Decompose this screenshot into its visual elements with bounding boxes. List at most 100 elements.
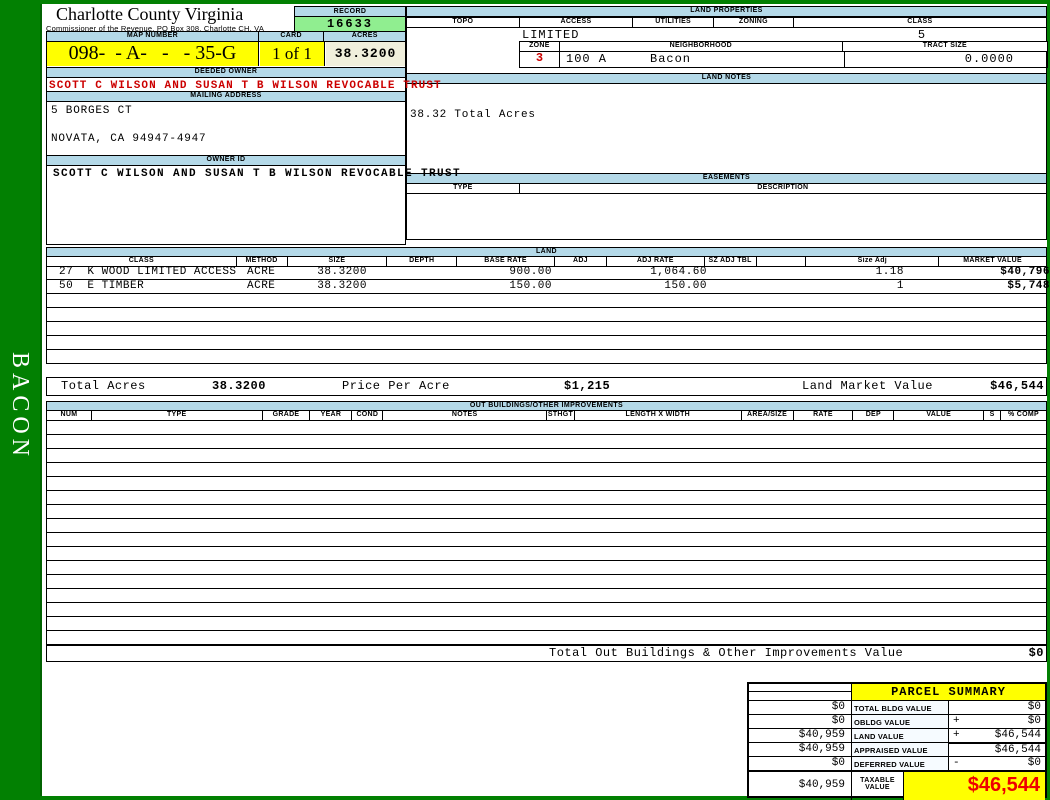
row-value: $0 bbox=[1027, 701, 1041, 713]
neighborhood-vertical-label: BACON bbox=[7, 352, 33, 462]
ob-total-label: Total Out Buildings & Other Improvements… bbox=[549, 646, 904, 660]
row-label: DEFERRED VALUE bbox=[852, 756, 949, 770]
row-label: TAXABLE VALUE bbox=[852, 772, 904, 800]
zone-value: 3 bbox=[520, 51, 560, 67]
land-row-size-adj: 1.18 bbox=[875, 266, 904, 278]
col-class: CLASS bbox=[907, 18, 933, 25]
map-number-label: MAP NUMBER bbox=[47, 32, 259, 41]
map-number-value: 098- - A- - - 35-G bbox=[47, 42, 259, 66]
col-access: ACCESS bbox=[520, 18, 634, 27]
owner-id-value: SCOTT C WILSON AND SUSAN T B WILSON REVO… bbox=[53, 168, 462, 180]
ob-col-pct-comp: % COMP bbox=[1008, 411, 1040, 418]
neighborhood-name: Bacon bbox=[650, 52, 692, 66]
access-value: LIMITED bbox=[522, 28, 580, 42]
land-col-adj-rate: ADJ RATE bbox=[607, 257, 705, 266]
land-row-class: 50 E TIMBER bbox=[59, 280, 145, 292]
parcel-summary-title: PARCEL SUMMARY bbox=[852, 684, 1045, 700]
land-col-blank bbox=[757, 257, 807, 266]
land-col-class: CLASS bbox=[47, 257, 237, 266]
land-col-adj: ADJ bbox=[555, 257, 607, 266]
neighborhood-code: 100 A bbox=[566, 52, 608, 66]
taxable-value: $46,544 bbox=[904, 772, 1045, 800]
row-operator: + bbox=[953, 729, 960, 741]
ob-col-num: NUM bbox=[47, 411, 92, 420]
zone-label: ZONE bbox=[520, 42, 560, 51]
summary-row-land: $40,959 LAND VALUE + $46,544 bbox=[749, 728, 1045, 742]
col-zoning: ZONING bbox=[714, 18, 794, 27]
land-col-method: METHOD bbox=[237, 257, 288, 266]
easement-col-type: TYPE bbox=[407, 184, 520, 193]
land-row-base-rate: 900.00 bbox=[509, 266, 552, 278]
land-row-size: 38.3200 bbox=[317, 266, 367, 278]
price-per-acre-label: Price Per Acre bbox=[342, 379, 450, 393]
ob-col-s: S bbox=[984, 411, 1002, 420]
parcel-summary: PARCEL SUMMARY $0 TOTAL BLDG VALUE $0 $0… bbox=[747, 682, 1047, 800]
row-operator: + bbox=[953, 715, 960, 727]
land-row-size-adj: 1 bbox=[896, 280, 904, 292]
land-row-class: 27 K WOOD LIMITED ACCESS bbox=[59, 266, 237, 278]
row-value: $46,544 bbox=[994, 744, 1041, 756]
record-card: Charlotte County Virginia Commissioner o… bbox=[40, 4, 1050, 800]
land-row-market-value: $40,796 bbox=[1000, 266, 1050, 278]
land-row-2: 50 E TIMBER ACRE 38.3200 150.00 150.00 1… bbox=[46, 280, 1050, 294]
price-per-acre-value: $1,215 bbox=[564, 379, 611, 393]
land-properties-panel: LAND PROPERTIES TOPO ACCESS UTILITIES ZO… bbox=[406, 6, 1049, 240]
out-buildings-empty-rows bbox=[46, 421, 1047, 645]
total-acres-label: Total Acres bbox=[61, 379, 146, 393]
neighborhood-label: NEIGHBORHOOD bbox=[560, 42, 843, 51]
ob-col-sthgt: STHGT bbox=[547, 411, 575, 420]
prior-value: $40,959 bbox=[749, 742, 852, 756]
row-label: LAND VALUE bbox=[852, 728, 949, 742]
land-col-base-rate: BASE RATE bbox=[457, 257, 555, 266]
land-row-market-value: $5,748 bbox=[1007, 280, 1050, 292]
prior-value: $40,959 bbox=[749, 728, 852, 742]
ob-col-grade: GRADE bbox=[263, 411, 311, 420]
row-operator: - bbox=[953, 757, 960, 769]
ob-col-year: YEAR bbox=[310, 411, 353, 420]
out-buildings-total-row: Total Out Buildings & Other Improvements… bbox=[46, 645, 1047, 662]
ob-col-value: VALUE bbox=[894, 411, 985, 420]
row-label: APPRAISED VALUE bbox=[852, 742, 949, 756]
deeded-owner-label: DEEDED OWNER bbox=[46, 67, 406, 78]
prior-value: $0 bbox=[749, 756, 852, 770]
summary-row-total-bldg: $0 TOTAL BLDG VALUE $0 bbox=[749, 700, 1045, 714]
land-row-base-rate: 150.00 bbox=[509, 280, 552, 292]
row-label: TOTAL BLDG VALUE bbox=[852, 700, 949, 714]
land-col-size: SIZE bbox=[288, 257, 388, 266]
row-value: $0 bbox=[1027, 715, 1041, 727]
acres-value: 38.3200 bbox=[326, 42, 405, 66]
acres-label: ACRES bbox=[324, 32, 405, 41]
parcel-summary-header: PARCEL SUMMARY bbox=[749, 684, 1045, 700]
land-col-market-value: MARKET VALUE bbox=[963, 257, 1022, 264]
col-utilities: UTILITIES bbox=[633, 18, 715, 27]
row-value: $46,544 bbox=[994, 729, 1041, 741]
col-topo: TOPO bbox=[407, 18, 520, 27]
class-value: 5 bbox=[917, 28, 926, 42]
total-acres-value: 38.3200 bbox=[212, 379, 266, 393]
tract-size-value: 0.0000 bbox=[844, 52, 1049, 68]
land-notes-title: LAND NOTES bbox=[406, 73, 1047, 84]
land-empty-rows bbox=[46, 294, 1047, 364]
summary-row-obldg: $0 OBLDG VALUE + $0 bbox=[749, 714, 1045, 728]
mailing-address-label: MAILING ADDRESS bbox=[46, 91, 406, 102]
mailing-address-line1: 5 BORGES CT bbox=[51, 105, 133, 117]
land-col-size-adj: Size Adj bbox=[806, 257, 940, 266]
ob-col-dep: DEP bbox=[853, 411, 895, 420]
record-value: 16633 bbox=[294, 17, 406, 32]
ob-col-area-size: AREA/SIZE bbox=[742, 411, 794, 420]
land-row-1: 27 K WOOD LIMITED ACCESS ACRE 38.3200 90… bbox=[46, 266, 1050, 280]
ob-col-length-width: LENGTH X WIDTH bbox=[575, 411, 742, 420]
summary-row-appraised: $40,959 APPRAISED VALUE $46,544 bbox=[749, 742, 1045, 756]
land-row-method: ACRE bbox=[247, 266, 276, 278]
land-totals-row: Total Acres 38.3200 Price Per Acre $1,21… bbox=[46, 377, 1047, 396]
ob-total-value: $0 bbox=[1028, 646, 1044, 660]
prior-value: $0 bbox=[749, 700, 852, 714]
card-label: CARD bbox=[258, 32, 325, 41]
owner-panel: MAP NUMBER CARD ACRES 098- - A- - - 35-G… bbox=[46, 31, 460, 245]
deeded-owner-value: SCOTT C WILSON AND SUSAN T B WILSON REVO… bbox=[49, 80, 442, 92]
land-col-sz-adj-tbl: SZ ADJ TBL bbox=[705, 257, 757, 266]
parcel-summary-blank-cell bbox=[749, 684, 852, 700]
land-col-depth: DEPTH bbox=[387, 257, 458, 266]
prior-value: $0 bbox=[749, 714, 852, 728]
land-row-adj-rate: 1,064.60 bbox=[650, 266, 707, 278]
